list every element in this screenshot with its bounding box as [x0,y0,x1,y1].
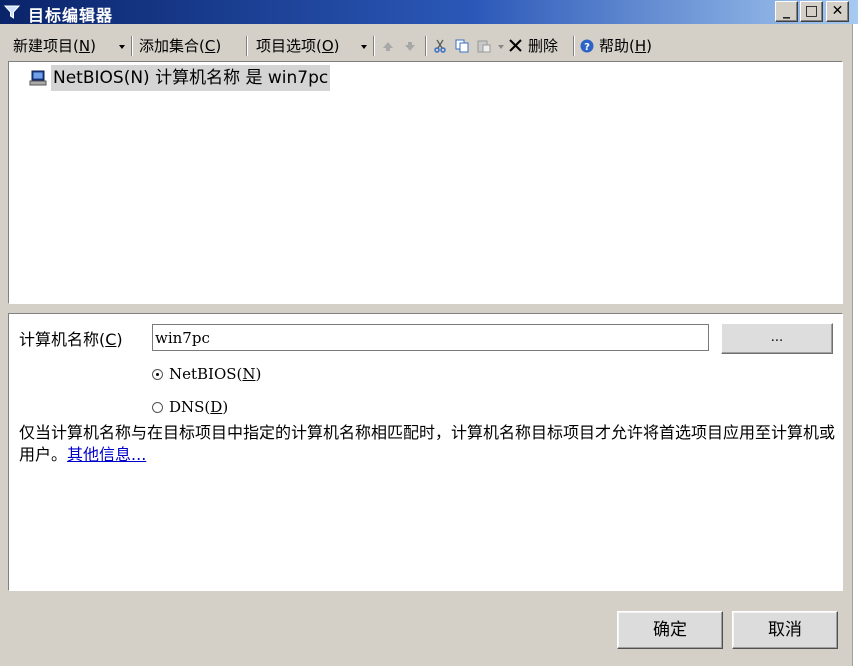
toolbar-separator [425,36,427,56]
help-accel: H [634,37,647,55]
cancel-button[interactable]: 取消 [732,611,838,649]
toolbar-separator [373,36,375,56]
help-label: 帮助( [599,37,635,55]
new-item-dropdown-icon[interactable] [119,45,125,49]
properties-panel: 计算机名称(C) ... NetBIOS(N) DNS(D) 仅当计算机名称与在… [8,313,843,591]
item-options-tail: ) [333,37,340,55]
radio-dns-indicator[interactable] [152,402,163,413]
toolbar-separator [131,36,133,56]
add-collection-tail: ) [215,37,222,55]
svg-text:?: ? [584,42,590,53]
help-icon: ? [580,39,594,53]
radio-netbios-label: NetBIOS(N) [169,365,262,383]
browse-label: ... [770,330,784,345]
item-options-accel: O [321,37,334,55]
computer-icon [29,70,47,86]
add-collection-label: 添加集合( [139,37,205,55]
help-button[interactable]: ? 帮助(H) [580,35,652,57]
minimize-icon: _ [783,3,790,19]
window-title: 目标编辑器 [28,6,114,25]
description-text: 仅当计算机名称与在目标项目中指定的计算机名称相匹配时，计算机名称目标项目才允许将… [19,422,839,466]
new-item-menu[interactable]: 新建项目(N) [13,35,96,57]
more-info-link[interactable]: 其他信息... [67,445,146,464]
radio-dns-label: DNS(D) [169,398,229,416]
maximize-icon: □ [804,3,819,19]
add-collection-button[interactable]: 添加集合(C) [139,35,221,57]
item-options-dropdown-icon[interactable] [361,45,367,49]
delete-button[interactable]: 删除 [509,35,558,57]
ok-button[interactable]: 确定 [617,611,723,649]
delete-icon [509,39,522,52]
ok-label: 确定 [653,620,687,640]
add-collection-accel: C [204,37,216,55]
browse-button[interactable]: ... [721,323,833,354]
computer-name-input[interactable] [152,324,709,351]
item-options-menu[interactable]: 项目选项(O) [256,35,340,57]
targeting-tree[interactable]: NetBIOS(N) 计算机名称 是 win7pc [8,61,843,304]
window-edge [852,24,858,666]
toolbar-separator [573,36,575,56]
paste-icon[interactable] [477,39,491,53]
new-item-label: 新建项目( [13,37,79,55]
minimize-button[interactable]: _ [775,1,798,22]
item-options-label: 项目选项( [256,37,322,55]
close-icon: ✕ [831,3,844,19]
move-up-icon[interactable] [381,39,395,53]
delete-label: 删除 [528,37,559,55]
computer-name-label: 计算机名称(C) [19,330,123,349]
radio-netbios-indicator[interactable] [152,369,163,380]
paste-dropdown-icon[interactable] [498,45,504,49]
toolbar-separator [246,36,248,56]
maximize-button[interactable]: □ [800,1,823,22]
cancel-label: 取消 [768,620,802,640]
toolbar: 新建项目(N) 添加集合(C) 项目选项(O) 删除 ? 帮助(H) [0,30,858,62]
filter-icon [4,5,20,19]
help-tail: ) [646,37,652,55]
cut-icon[interactable] [433,39,447,53]
copy-icon[interactable] [455,39,469,53]
close-button[interactable]: ✕ [826,1,849,22]
tree-item-label: NetBIOS(N) 计算机名称 是 win7pc [51,65,331,91]
move-down-icon[interactable] [403,39,417,53]
new-item-tail: ) [90,37,96,55]
title-bar[interactable]: 目标编辑器 _ □ ✕ [0,0,858,25]
new-item-accel: N [78,37,91,55]
